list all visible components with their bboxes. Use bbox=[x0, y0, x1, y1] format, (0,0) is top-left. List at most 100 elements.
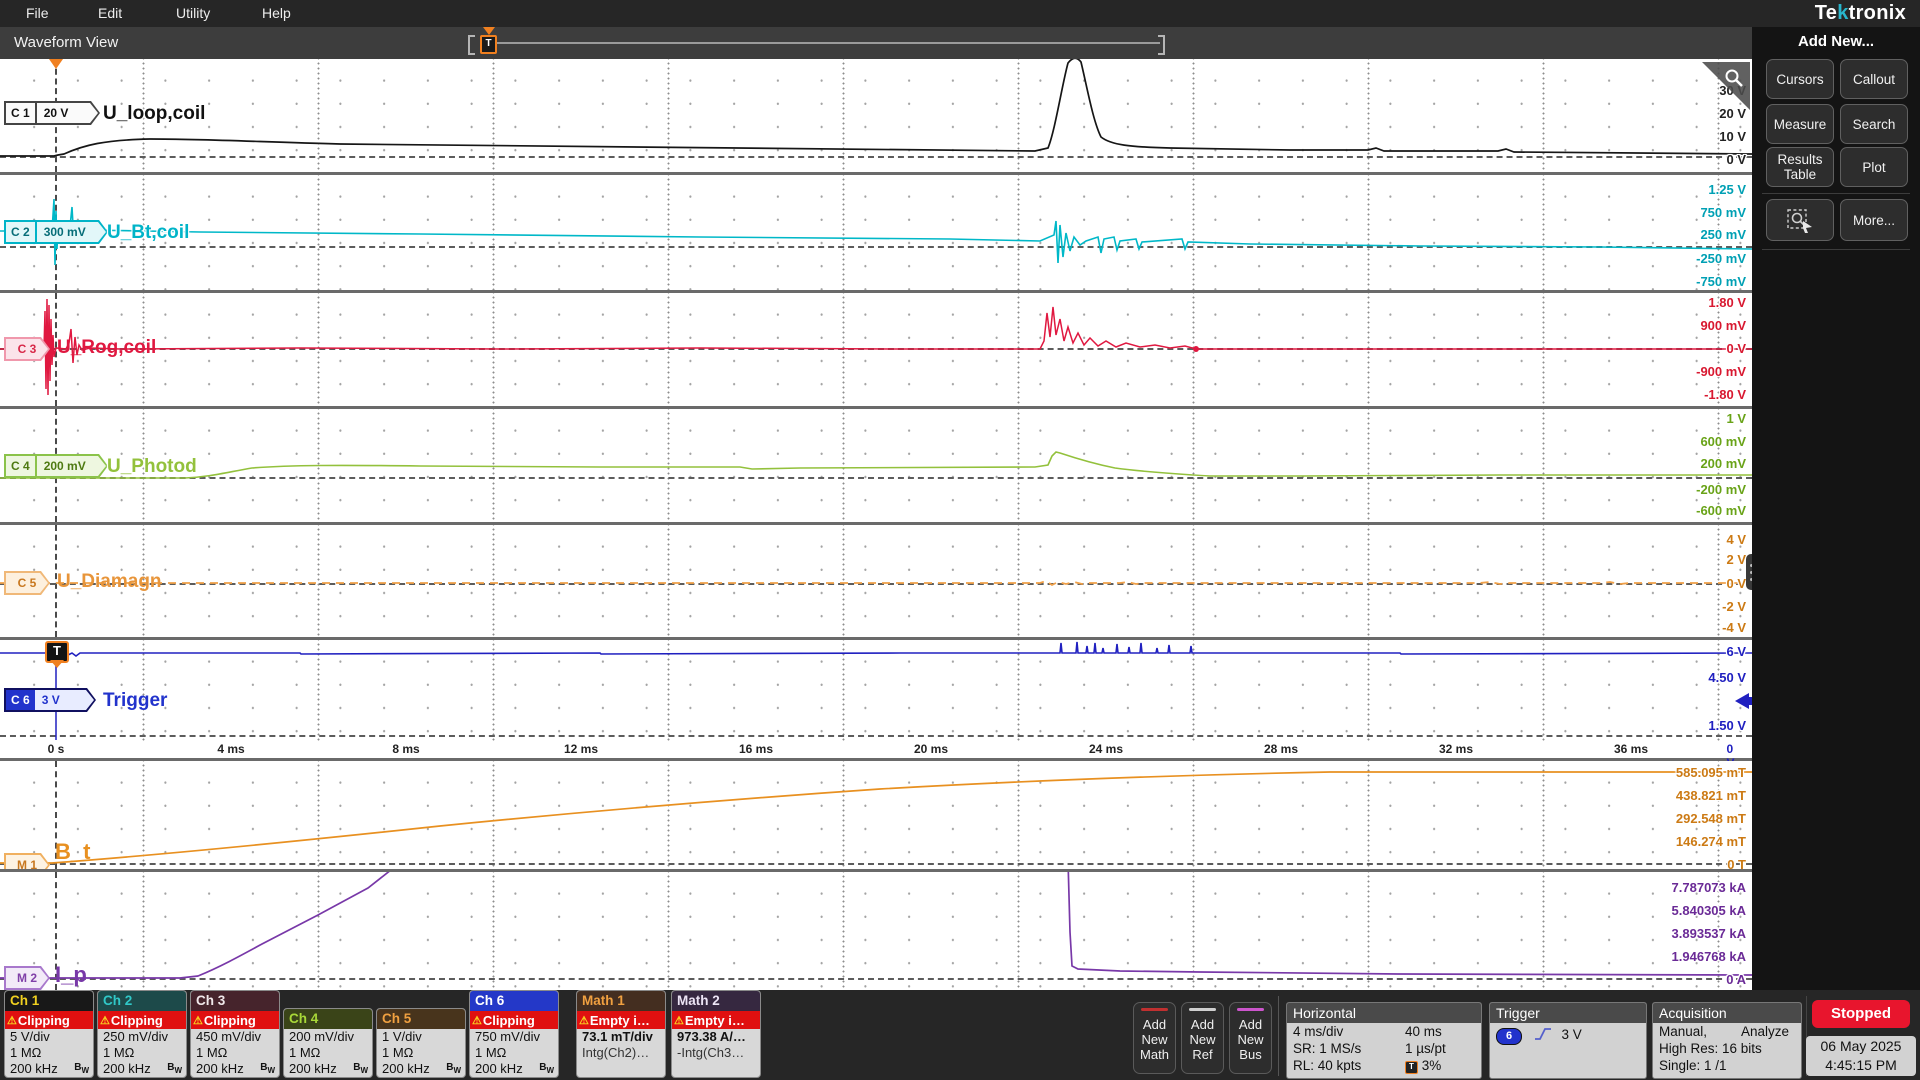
ch6-axis-label: 1.50 V bbox=[1708, 718, 1746, 733]
overview-trigger-icon[interactable]: T bbox=[480, 35, 497, 54]
cursors-button[interactable]: Cursors bbox=[1766, 59, 1834, 99]
ch2-slice: 1.25 V 750 mV 250 mV -250 mV -750 mV C 2… bbox=[0, 175, 1752, 293]
ch3-badge[interactable]: C 3 bbox=[4, 337, 50, 361]
ch1-axis-label: 0 V bbox=[1726, 152, 1746, 167]
overview-left-bracket[interactable] bbox=[468, 35, 475, 55]
ch3-axis-label: -1.80 V bbox=[1704, 387, 1746, 402]
plot-button[interactable]: Plot bbox=[1840, 147, 1908, 187]
run-stop-status-button[interactable]: Stopped bbox=[1812, 1000, 1910, 1028]
time-tick-label: 16 ms bbox=[739, 742, 773, 756]
ch5-settings-badge[interactable]: Ch 5 1 V/div 1 MΩ 200 kHzBW bbox=[376, 1008, 466, 1078]
ch6-clipping-warning: ⚠Clipping bbox=[470, 1011, 558, 1029]
search-button[interactable]: Search bbox=[1840, 104, 1908, 144]
more-button[interactable]: More... bbox=[1840, 199, 1908, 241]
trigger-caret-icon[interactable] bbox=[49, 59, 63, 69]
math2-badge[interactable]: M 2 bbox=[4, 966, 50, 990]
menu-utility[interactable]: Utility bbox=[176, 5, 210, 21]
bandwidth-limit-icon: BW bbox=[353, 1060, 368, 1078]
math2-axis-label: 7.787073 kA bbox=[1672, 880, 1746, 895]
ch1-clipping-warning: ⚠Clipping bbox=[5, 1011, 93, 1029]
ch5-waveform bbox=[0, 525, 1752, 637]
warning-icon: ⚠ bbox=[472, 1014, 482, 1027]
menu-bar: File Edit Utility Help Tektronix bbox=[0, 0, 1920, 27]
ch5-badge[interactable]: C 5 bbox=[4, 571, 50, 595]
horizontal-title: Horizontal bbox=[1287, 1003, 1481, 1023]
ch5-axis-label: 0 V bbox=[1726, 576, 1746, 591]
ch6-settings-title: Ch 6 bbox=[470, 991, 558, 1011]
acquisition-panel[interactable]: Acquisition Manual,Analyze High Res: 16 … bbox=[1652, 1002, 1802, 1079]
ch4-waveform bbox=[0, 409, 1752, 522]
overview-right-bracket[interactable] bbox=[1158, 35, 1165, 55]
trigger-panel[interactable]: Trigger 6 3 V bbox=[1489, 1002, 1647, 1079]
bandwidth-limit-icon: BW bbox=[167, 1060, 182, 1078]
oscilloscope-screen: File Edit Utility Help Tektronix Wavefor… bbox=[0, 0, 1920, 1080]
ch4-axis-label: 1 V bbox=[1726, 411, 1746, 426]
ch4-badge[interactable]: C 4 200 mV bbox=[4, 454, 108, 478]
ch3-slice: 1.80 V 900 mV 0 V -900 mV -1.80 V C 3 U_… bbox=[0, 293, 1752, 409]
math1-badge[interactable]: M 1 bbox=[4, 853, 50, 872]
math1-settings-badge[interactable]: Math 1 ⚠Empty i… 73.1 mT/div Intg(Ch2)… bbox=[576, 990, 666, 1078]
ch3-settings-badge[interactable]: Ch 3 ⚠Clipping 450 mV/div 1 MΩ 200 kHzBW bbox=[190, 990, 280, 1078]
add-new-math-button[interactable]: Add New Math bbox=[1133, 1002, 1176, 1074]
menu-help[interactable]: Help bbox=[262, 5, 291, 21]
math2-axis-label: 5.840305 kA bbox=[1672, 903, 1746, 918]
math1-axis-label: 0 T bbox=[1727, 857, 1746, 872]
ch5-settings-title: Ch 5 bbox=[377, 1009, 465, 1029]
ch4-settings-badge[interactable]: Ch 4 200 mV/div 1 MΩ 200 kHzBW bbox=[283, 1008, 373, 1078]
horizontal-panel[interactable]: Horizontal 4 ms/div40 ms SR: 1 MS/s1 µs/… bbox=[1286, 1002, 1482, 1079]
measure-button[interactable]: Measure bbox=[1766, 104, 1834, 144]
menu-edit[interactable]: Edit bbox=[98, 5, 122, 21]
math1-warning: ⚠Empty i… bbox=[577, 1011, 665, 1029]
zoom-select-icon bbox=[1786, 207, 1814, 233]
graticule: 30 V 20 V 10 V 0 V C 1 20 V U_loop,coil bbox=[0, 59, 1752, 990]
ch2-badge[interactable]: C 2 300 mV bbox=[4, 220, 108, 244]
ch1-axis-label: 10 V bbox=[1719, 129, 1746, 144]
math2-label[interactable]: I_p bbox=[55, 962, 87, 988]
ch6-label[interactable]: Trigger bbox=[103, 690, 167, 712]
ch2-label[interactable]: U_Bt,coil bbox=[107, 222, 189, 244]
ch2-settings-title: Ch 2 bbox=[98, 991, 186, 1011]
ch2-settings-badge[interactable]: Ch 2 ⚠Clipping 250 mV/div 1 MΩ 200 kHzBW bbox=[97, 990, 187, 1078]
ch4-label[interactable]: U_Photod bbox=[107, 456, 197, 478]
warning-icon: ⚠ bbox=[7, 1014, 17, 1027]
ch3-label[interactable]: U_Rog,coil bbox=[57, 337, 156, 359]
ch6-settings-badge[interactable]: Ch 6 ⚠Clipping 750 mV/div 1 MΩ 200 kHzBW bbox=[469, 990, 559, 1078]
settings-bar: Ch 1 ⚠Clipping 5 V/div 1 MΩ 200 kHzBW Ch… bbox=[0, 990, 1920, 1080]
time-tick-label: 28 ms bbox=[1264, 742, 1298, 756]
ch1-label[interactable]: U_loop,coil bbox=[103, 103, 205, 125]
overview-trigger-caret-icon bbox=[483, 27, 495, 35]
trigger-title: Trigger bbox=[1490, 1003, 1646, 1023]
waveform-view-tab-bar: Waveform View T bbox=[0, 27, 1752, 59]
trigger-source-marker[interactable]: T bbox=[45, 641, 69, 663]
bandwidth-limit-icon: BW bbox=[539, 1060, 554, 1078]
time-tick-label: 20 ms bbox=[914, 742, 948, 756]
math2-settings-badge[interactable]: Math 2 ⚠Empty i… 973.38 A/… -Intg(Ch3… bbox=[671, 990, 761, 1078]
trigger-level-arrow-icon[interactable] bbox=[1735, 693, 1749, 709]
time-axis: 0 s 4 ms 8 ms 12 ms 16 ms 20 ms 24 ms 28… bbox=[0, 741, 1752, 761]
add-new-ref-button[interactable]: Add New Ref bbox=[1181, 1002, 1224, 1074]
math1-label[interactable]: B_t bbox=[55, 839, 90, 865]
overview-pan-zoom-bar[interactable] bbox=[497, 42, 1160, 44]
panel-divider bbox=[1762, 249, 1910, 250]
menu-file[interactable]: File bbox=[26, 5, 49, 21]
ch6-badge[interactable]: C 6 3 V bbox=[4, 688, 96, 712]
add-new-bus-button[interactable]: Add New Bus bbox=[1229, 1002, 1272, 1074]
ch4-axis-label: -600 mV bbox=[1696, 503, 1746, 518]
date: 06 May 2025 bbox=[1806, 1037, 1916, 1056]
ch5-label[interactable]: U_Diamagn bbox=[57, 571, 162, 593]
time-tick-label: 32 ms bbox=[1439, 742, 1473, 756]
tektronix-logo: Tektronix bbox=[1815, 2, 1906, 25]
ch4-settings-title: Ch 4 bbox=[284, 1009, 372, 1029]
divider bbox=[1278, 996, 1279, 1076]
ch5-slice: 4 V 2 V 0 V -2 V -4 V C 5 U_Diamagn bbox=[0, 525, 1752, 640]
ch1-settings-badge[interactable]: Ch 1 ⚠Clipping 5 V/div 1 MΩ 200 kHzBW bbox=[4, 990, 94, 1078]
callout-button[interactable]: Callout bbox=[1840, 59, 1908, 99]
ch5-axis-label: -4 V bbox=[1722, 620, 1746, 635]
results-table-button[interactable]: Results Table bbox=[1766, 147, 1834, 187]
ch3-clipping-warning: ⚠Clipping bbox=[191, 1011, 279, 1029]
time-tick-label: 24 ms bbox=[1089, 742, 1123, 756]
math1-waveform bbox=[0, 761, 1752, 869]
zoom-select-button[interactable] bbox=[1766, 199, 1834, 241]
time: 4:45:15 PM bbox=[1806, 1056, 1916, 1075]
ch1-badge[interactable]: C 1 20 V bbox=[4, 101, 100, 125]
